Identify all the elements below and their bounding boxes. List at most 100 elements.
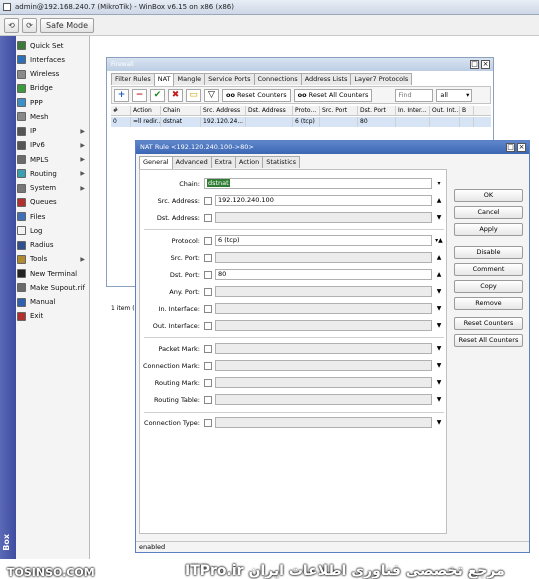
find-input[interactable] <box>395 88 434 102</box>
sidebar-item-quick-set[interactable]: Quick Set <box>17 39 89 52</box>
tab-advanced[interactable]: Advanced <box>171 156 212 168</box>
negate-checkbox[interactable] <box>204 322 212 330</box>
sidebar-item-mesh[interactable]: Mesh <box>17 110 89 123</box>
sidebar-item-tools[interactable]: Tools ▶ <box>17 253 89 266</box>
close-icon[interactable]: × <box>481 60 490 69</box>
sidebar-item-interfaces[interactable]: Interfaces <box>17 53 89 66</box>
tab-extra[interactable]: Extra <box>210 156 236 168</box>
dropdown-arrow-icon[interactable]: ▼ <box>434 213 444 222</box>
tab-connections[interactable]: Connections <box>253 73 302 85</box>
routing-mark-input[interactable] <box>215 377 432 388</box>
ok-button[interactable]: OK <box>454 189 523 202</box>
negate-checkbox[interactable] <box>204 254 212 262</box>
sidebar-item-routing[interactable]: Routing ▶ <box>17 167 89 180</box>
sidebar-item-mpls[interactable]: MPLS ▶ <box>17 153 89 166</box>
copy-button[interactable]: Copy <box>454 280 523 293</box>
negate-checkbox[interactable] <box>204 419 212 427</box>
tab-nat[interactable]: NAT <box>153 73 175 86</box>
add-icon[interactable]: + <box>114 88 129 102</box>
dropdown-arrow-icon[interactable]: ▼ <box>434 418 444 427</box>
comment-button[interactable]: Comment <box>454 263 523 276</box>
sidebar-item-radius[interactable]: Radius <box>17 239 89 252</box>
dropdown-arrow-icon[interactable]: ▼ <box>434 304 444 313</box>
close-icon[interactable]: × <box>517 143 526 152</box>
remove-icon[interactable]: − <box>132 88 147 102</box>
filter-icon[interactable]: ▽ <box>204 88 219 102</box>
connection-mark-input[interactable] <box>215 360 432 371</box>
filter-select[interactable]: all ▾ <box>436 88 473 102</box>
negate-checkbox[interactable] <box>204 362 212 370</box>
sidebar-item-new-terminal[interactable]: New Terminal <box>17 267 89 280</box>
sidebar-item-ipv6[interactable]: IPv6 ▶ <box>17 139 89 152</box>
tab-mangle[interactable]: Mangle <box>173 73 206 85</box>
disable-icon[interactable]: ✖ <box>168 88 183 102</box>
sidebar-item-ip[interactable]: IP ▶ <box>17 125 89 138</box>
negate-checkbox[interactable] <box>204 305 212 313</box>
dropdown-arrow-icon[interactable]: ▲ <box>434 253 444 262</box>
sidebar-item-bridge[interactable]: Bridge <box>17 82 89 95</box>
dropdown-arrow-icon[interactable]: ▲ <box>434 196 444 205</box>
dst-address-input[interactable] <box>215 212 432 223</box>
dropdown-arrow-icon[interactable]: ▾▲ <box>434 236 444 245</box>
tab-address-lists[interactable]: Address Lists <box>300 73 352 85</box>
enable-icon[interactable]: ✔ <box>150 88 165 102</box>
remove-button[interactable]: Remove <box>454 297 523 310</box>
connection-type-input[interactable] <box>215 417 432 428</box>
undo-button[interactable]: ⟲ <box>4 17 19 33</box>
any-port-input[interactable] <box>215 286 432 297</box>
negate-checkbox[interactable] <box>204 237 212 245</box>
sidebar-item-log[interactable]: Log <box>17 224 89 237</box>
routing-table-input[interactable] <box>215 394 432 405</box>
reset-all-counters-button[interactable]: Reset All Counters <box>454 334 523 347</box>
protocol-input[interactable]: 6 (tcp) <box>215 235 432 246</box>
negate-checkbox[interactable] <box>204 288 212 296</box>
dropdown-arrow-icon[interactable]: ▾ <box>434 179 444 188</box>
src-port-input[interactable] <box>215 252 432 263</box>
reset-counters-button[interactable]: Reset Counters <box>454 317 523 330</box>
negate-checkbox[interactable] <box>204 379 212 387</box>
negate-checkbox[interactable] <box>204 271 212 279</box>
reset-counters-button[interactable]: oo Reset Counters <box>222 88 291 102</box>
negate-checkbox[interactable] <box>204 197 212 205</box>
tab-action[interactable]: Action <box>234 156 264 168</box>
sidebar-item-manual[interactable]: Manual <box>17 296 89 309</box>
safe-mode-button[interactable]: Safe Mode <box>40 17 95 33</box>
maximize-icon[interactable]: □ <box>506 143 515 152</box>
apply-button[interactable]: Apply <box>454 223 523 236</box>
redo-button[interactable]: ⟳ <box>22 17 37 33</box>
tab-layer7-protocols[interactable]: Layer7 Protocols <box>350 73 413 85</box>
dropdown-arrow-icon[interactable]: ▼ <box>434 378 444 387</box>
tab-filter-rules[interactable]: Filter Rules <box>111 73 155 85</box>
dropdown-arrow-icon[interactable]: ▼ <box>434 344 444 353</box>
negate-checkbox[interactable] <box>204 396 212 404</box>
table-row[interactable]: 0 =ll redir... dstnat 192.120.24... 6 (tcp) 8… <box>111 117 491 127</box>
sidebar-item-exit[interactable]: Exit <box>17 310 89 323</box>
packet-mark-input[interactable] <box>215 343 432 354</box>
sidebar-item-wireless[interactable]: Wireless <box>17 68 89 81</box>
sidebar-item-files[interactable]: Files <box>17 210 89 223</box>
dropdown-arrow-icon[interactable]: ▼ <box>434 287 444 296</box>
sidebar-item-queues[interactable]: Queues <box>17 196 89 209</box>
dst-port-input[interactable]: 80 <box>215 269 432 280</box>
in-interface-input[interactable] <box>215 303 432 314</box>
chain-input[interactable]: dstnat <box>204 178 432 189</box>
tab-general[interactable]: General <box>139 156 173 169</box>
negate-checkbox[interactable] <box>204 214 212 222</box>
dropdown-arrow-icon[interactable]: ▼ <box>434 395 444 404</box>
sidebar-item-make-supout-rif[interactable]: Make Supout.rif <box>17 281 89 294</box>
sidebar-item-system[interactable]: System ▶ <box>17 182 89 195</box>
dropdown-arrow-icon[interactable]: ▼ <box>434 361 444 370</box>
comment-icon[interactable]: ▭ <box>186 88 201 102</box>
reset-all-counters-button[interactable]: oo Reset All Counters <box>293 88 373 102</box>
dropdown-arrow-icon[interactable]: ▲ <box>434 270 444 279</box>
maximize-icon[interactable]: □ <box>470 60 479 69</box>
dropdown-arrow-icon[interactable]: ▼ <box>434 321 444 330</box>
tab-service-ports[interactable]: Service Ports <box>204 73 255 85</box>
src-address-input[interactable]: 192.120.240.100 <box>215 195 432 206</box>
disable-button[interactable]: Disable <box>454 246 523 259</box>
cancel-button[interactable]: Cancel <box>454 206 523 219</box>
negate-checkbox[interactable] <box>204 345 212 353</box>
sidebar-item-ppp[interactable]: PPP <box>17 96 89 109</box>
out-interface-input[interactable] <box>215 320 432 331</box>
tab-statistics[interactable]: Statistics <box>262 156 300 168</box>
